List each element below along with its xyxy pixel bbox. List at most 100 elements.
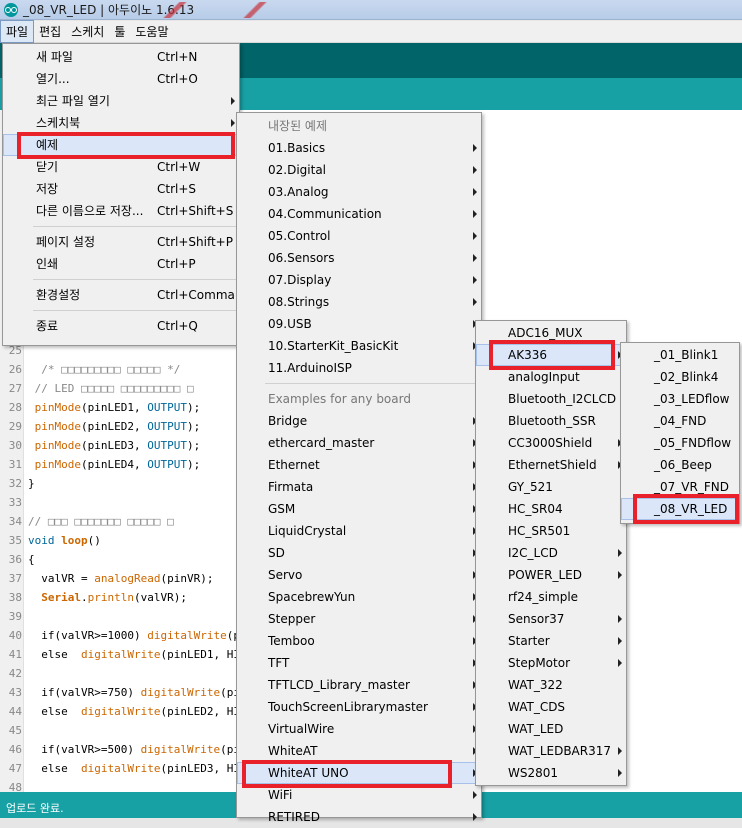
- code-token: digitalWrite: [80, 762, 161, 775]
- menu-item-whiteat-uno[interactable]: WhiteAT UNO: [237, 762, 481, 784]
- menu-item-bridge[interactable]: Bridge: [237, 410, 481, 432]
- menu-item-servo[interactable]: Servo: [237, 564, 481, 586]
- menu-item-touchscreenlibrarymaster[interactable]: TouchScreenLibrarymaster: [237, 696, 481, 718]
- menu-item-save-as[interactable]: 다른 이름으로 저장... Ctrl+Shift+S: [3, 200, 239, 222]
- menu-header-builtin: 내장된 예제: [268, 119, 328, 133]
- menu-item-07-vr-fnd[interactable]: _07_VR_FND: [621, 476, 739, 498]
- menu-item-preferences[interactable]: 환경설정 Ctrl+Comma: [3, 284, 239, 306]
- line-number: 43: [8, 686, 22, 699]
- menu-item-01-basics[interactable]: 01.Basics: [237, 137, 481, 159]
- menu-item-11-arduinoisp[interactable]: 11.ArduinoISP: [237, 357, 481, 379]
- menu-item-open[interactable]: 열기... Ctrl+O: [3, 68, 239, 90]
- menu-item-power-led[interactable]: POWER_LED: [476, 564, 626, 586]
- submenu-arrow-icon: [473, 791, 477, 799]
- line-number: 32: [8, 477, 22, 490]
- menu-item-sketchbook[interactable]: 스케치북: [3, 112, 239, 134]
- whiteat-uno-menu: ADC16_MUX AK336 analogInput Bluetooth_I2CLC…: [475, 320, 627, 786]
- menu-item-wat-cds[interactable]: WAT_CDS: [476, 696, 626, 718]
- submenu-arrow-icon: [473, 254, 477, 262]
- line-number: 31: [8, 458, 22, 471]
- menu-item-ethernetshield[interactable]: EthernetShield: [476, 454, 626, 476]
- code-token: digitalWrite: [140, 686, 221, 699]
- menu-item-retired[interactable]: RETIRED: [237, 806, 481, 828]
- submenu-arrow-icon: [473, 298, 477, 306]
- code-token: // LED □□□□□ □□□□□□□□□ □: [28, 382, 194, 395]
- menu-item-09-usb[interactable]: 09.USB: [237, 313, 481, 335]
- menu-item-sensor37[interactable]: Sensor37: [476, 608, 626, 630]
- menu-item-rf24-simple[interactable]: rf24_simple: [476, 586, 626, 608]
- line-number: 44: [8, 705, 22, 718]
- menu-item-03-analog[interactable]: 03.Analog: [237, 181, 481, 203]
- menu-item-hc-sr501[interactable]: HC_SR501: [476, 520, 626, 542]
- code-token: println: [87, 591, 134, 604]
- submenu-arrow-icon: [618, 637, 622, 645]
- menu-item-tftlcd-library-master[interactable]: TFTLCD_Library_master: [237, 674, 481, 696]
- menu-item-ethernet[interactable]: Ethernet: [237, 454, 481, 476]
- menu-item-08-vr-led[interactable]: _08_VR_LED: [621, 498, 739, 520]
- menu-item-06-sensors[interactable]: 06.Sensors: [237, 247, 481, 269]
- menu-item-tft[interactable]: TFT: [237, 652, 481, 674]
- line-number: 39: [8, 610, 22, 623]
- menu-item-virtualwire[interactable]: VirtualWire: [237, 718, 481, 740]
- code-token: {: [28, 553, 35, 566]
- code-token: OUTPUT: [147, 439, 187, 452]
- menu-help[interactable]: 도움말: [130, 21, 173, 42]
- menu-item-ethercard-master[interactable]: ethercard_master: [237, 432, 481, 454]
- menu-item-wat-ledbar317[interactable]: WAT_LEDBAR317: [476, 740, 626, 762]
- menu-file[interactable]: 파일: [0, 20, 35, 43]
- menu-item-temboo[interactable]: Temboo: [237, 630, 481, 652]
- menu-item-wat-322[interactable]: WAT_322: [476, 674, 626, 696]
- menu-item-adc16-mux[interactable]: ADC16_MUX: [476, 322, 626, 344]
- menu-item-02-digital[interactable]: 02.Digital: [237, 159, 481, 181]
- menu-item-firmata[interactable]: Firmata: [237, 476, 481, 498]
- menu-item-ws2801[interactable]: WS2801: [476, 762, 626, 784]
- menu-item-05-fndflow[interactable]: _05_FNDflow: [621, 432, 739, 454]
- menu-item-quit[interactable]: 종료 Ctrl+Q: [3, 315, 239, 337]
- menu-item-examples[interactable]: 예제: [3, 134, 239, 156]
- menu-item-gsm[interactable]: GSM: [237, 498, 481, 520]
- menu-item-bluetooth-ssr[interactable]: Bluetooth_SSR: [476, 410, 626, 432]
- menu-item-close[interactable]: 닫기 Ctrl+W: [3, 156, 239, 178]
- menu-item-cc3000shield[interactable]: CC3000Shield: [476, 432, 626, 454]
- menu-item-08-strings[interactable]: 08.Strings: [237, 291, 481, 313]
- menu-item-stepper[interactable]: Stepper: [237, 608, 481, 630]
- menu-separator: [33, 226, 237, 227]
- menu-item-02-blink4[interactable]: _02_Blink4: [621, 366, 739, 388]
- menu-item-01-blink1[interactable]: _01_Blink1: [621, 344, 739, 366]
- menu-item-whiteat[interactable]: WhiteAT: [237, 740, 481, 762]
- menu-item-page-setup[interactable]: 페이지 설정 Ctrl+Shift+P: [3, 231, 239, 253]
- line-number: 29: [8, 420, 22, 433]
- menu-item-03-ledflow[interactable]: _03_LEDflow: [621, 388, 739, 410]
- menu-item-save[interactable]: 저장 Ctrl+S: [3, 178, 239, 200]
- menu-item-spacebrewyun[interactable]: SpacebrewYun: [237, 586, 481, 608]
- menu-item-10-starterkit-basickit[interactable]: 10.StarterKit_BasicKit: [237, 335, 481, 357]
- menu-item-recent[interactable]: 최근 파일 열기: [3, 90, 239, 112]
- menu-item-05-control[interactable]: 05.Control: [237, 225, 481, 247]
- menu-item-liquidcrystal[interactable]: LiquidCrystal: [237, 520, 481, 542]
- code-token: valVR =: [28, 572, 95, 585]
- menu-item-04-communication[interactable]: 04.Communication: [237, 203, 481, 225]
- menu-item-analoginput[interactable]: analogInput: [476, 366, 626, 388]
- menu-item-06-beep[interactable]: _06_Beep: [621, 454, 739, 476]
- menu-item-print[interactable]: 인쇄 Ctrl+P: [3, 253, 239, 275]
- menu-item-wat-led[interactable]: WAT_LED: [476, 718, 626, 740]
- status-text: 업로드 완료.: [6, 802, 64, 815]
- code-token: else: [28, 762, 81, 775]
- menu-item-bluetooth-i2clcd[interactable]: Bluetooth_I2CLCD: [476, 388, 626, 410]
- menu-item-07-display[interactable]: 07.Display: [237, 269, 481, 291]
- menu-item-new[interactable]: 새 파일 Ctrl+N: [3, 46, 239, 68]
- menu-item-ak336[interactable]: AK336: [476, 344, 626, 366]
- menu-item-stepmotor[interactable]: StepMotor: [476, 652, 626, 674]
- menu-sketch[interactable]: 스케치: [66, 21, 109, 42]
- title-decoration-icon: [240, 2, 270, 18]
- menu-item-sd[interactable]: SD: [237, 542, 481, 564]
- menu-edit[interactable]: 편집: [34, 21, 66, 42]
- menu-item-hc-sr04[interactable]: HC_SR04: [476, 498, 626, 520]
- menu-tools[interactable]: 툴: [109, 21, 130, 42]
- menu-item-i2c-lcd[interactable]: I2C_LCD: [476, 542, 626, 564]
- menu-item-wifi[interactable]: WiFi: [237, 784, 481, 806]
- menu-item-starter[interactable]: Starter: [476, 630, 626, 652]
- menu-item-04-fnd[interactable]: _04_FND: [621, 410, 739, 432]
- menu-item-gy-521[interactable]: GY_521: [476, 476, 626, 498]
